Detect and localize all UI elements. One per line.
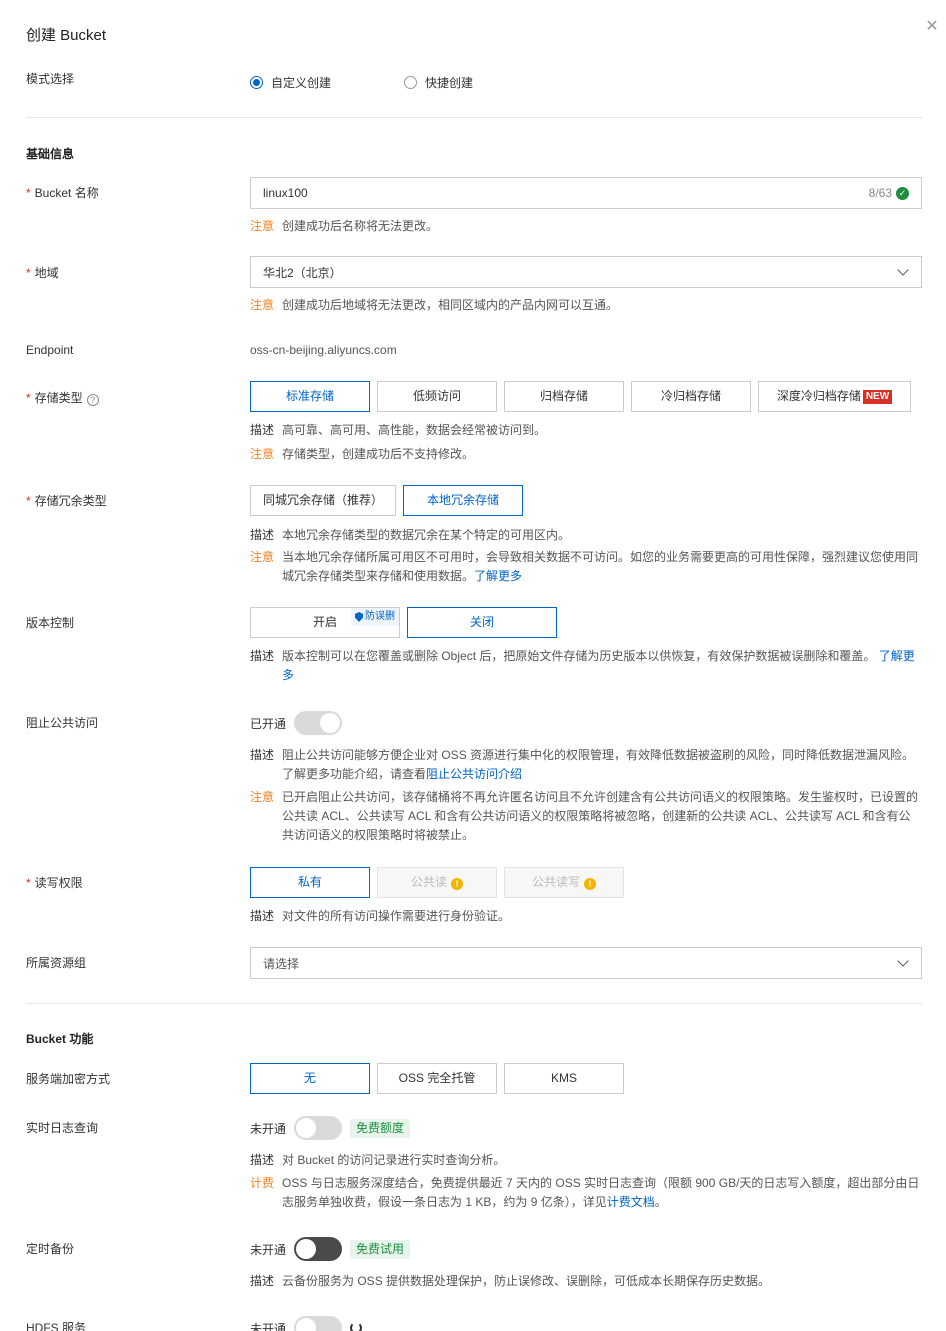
backup-row: 未开通 免费试用: [250, 1237, 411, 1261]
block-public-note: 注意 已开启阻止公共访问，该存储桶将不再允许匿名访问且不允许创建含有公共访问语义的…: [250, 790, 919, 842]
billing-doc-link[interactable]: 计费文档: [607, 1195, 655, 1209]
bucket-name-note: 注意 创建成功后名称将无法更改。: [250, 219, 439, 233]
section-features-title: Bucket 功能: [26, 1032, 94, 1046]
learn-more-link[interactable]: 了解更多: [474, 569, 522, 583]
encryption-oss-button[interactable]: OSS 完全托管: [377, 1063, 497, 1094]
block-public-intro-link[interactable]: 阻止公共访问介绍: [426, 767, 522, 781]
encryption-none-button[interactable]: 无: [250, 1063, 370, 1094]
block-public-status: 已开通: [250, 716, 287, 731]
versioning-off-button[interactable]: 关闭: [407, 607, 557, 638]
region-value: 华北2（北京）: [263, 265, 342, 280]
radio-custom-label: 自定义创建: [271, 76, 332, 90]
hdfs-row: 未开通: [250, 1316, 363, 1331]
redundancy-desc: 描述 本地冗余存储类型的数据冗余在某个特定的可用区内。: [250, 528, 571, 542]
acl-label: * 读写权限: [26, 876, 83, 890]
free-trial-badge: 免费试用: [350, 1239, 411, 1259]
redundancy-note: 注意 当本地冗余存储所属可用区不可用时，会导致相关数据不可访问。如您的业务需要更高…: [250, 550, 919, 583]
bucket-name-input[interactable]: linux100 8/63 ✓: [250, 177, 922, 209]
log-query-fee: 计费 OSS 与日志服务深度结合，免费提供最近 7 天内的 OSS 实时日志查询（…: [250, 1176, 920, 1209]
radio-quick-label: 快捷创建: [425, 76, 474, 90]
redundancy-zrs-button[interactable]: 同城冗余存储（推荐）: [250, 485, 396, 516]
resource-group-select[interactable]: 请选择: [250, 947, 922, 979]
endpoint-label: Endpoint: [26, 343, 74, 357]
storage-cold-archive-button[interactable]: 冷归档存储: [631, 381, 751, 412]
redundancy-label: * 存储冗余类型: [26, 494, 107, 508]
acl-desc: 描述 对文件的所有访问操作需要进行身份验证。: [250, 909, 511, 923]
divider: [26, 117, 922, 118]
warning-icon: !: [584, 878, 596, 890]
encryption-label: 服务端加密方式: [26, 1072, 111, 1086]
storage-archive-button[interactable]: 归档存储: [504, 381, 624, 412]
acl-public-rw-button: 公共读写!: [504, 867, 624, 898]
bucket-name-label: * Bucket 名称: [26, 186, 99, 200]
versioning-on-button[interactable]: 开启 防误删: [250, 607, 400, 638]
check-icon: ✓: [896, 186, 909, 200]
hdfs-label: HDFS 服务: [26, 1321, 87, 1331]
char-count: 8/63 ✓: [869, 186, 909, 200]
region-label: * 地域: [26, 266, 59, 280]
backup-desc: 描述 云备份服务为 OSS 提供数据处理保护，防止误修改、误删除，可低成本长期保存…: [250, 1274, 771, 1288]
block-public-row: 已开通: [250, 711, 343, 735]
backup-label: 定时备份: [26, 1242, 75, 1256]
radio-checked-icon: [250, 76, 263, 89]
resource-group-label: 所属资源组: [26, 956, 87, 970]
bucket-name-value: linux100: [263, 186, 308, 200]
redundancy-lrs-button[interactable]: 本地冗余存储: [403, 485, 523, 516]
storage-class-desc: 描述 高可靠、高可用、高性能，数据会经常被访问到。: [250, 423, 547, 437]
shield-icon: [355, 612, 363, 622]
storage-deep-cold-button[interactable]: 深度冷归档存储 NEW: [758, 381, 911, 412]
log-query-label: 实时日志查询: [26, 1121, 99, 1135]
radio-unchecked-icon: [404, 76, 417, 89]
log-query-status: 未开通: [250, 1121, 287, 1136]
radio-custom[interactable]: 自定义创建: [250, 74, 331, 91]
close-icon[interactable]: ✕: [923, 18, 941, 36]
help-icon[interactable]: ?: [86, 394, 99, 406]
chevron-down-icon: [897, 955, 909, 967]
region-note: 注意 创建成功后地域将无法更改，相同区域内的产品内网可以互通。: [250, 298, 619, 312]
acl-public-read-button: 公共读!: [377, 867, 497, 898]
backup-status: 未开通: [250, 1242, 287, 1257]
new-badge: NEW: [862, 389, 893, 404]
block-public-toggle[interactable]: [294, 711, 343, 735]
block-public-desc: 描述 阻止公共访问能够方便企业对 OSS 资源进行集中化的权限管理，有效降低数据被…: [250, 748, 915, 781]
log-query-toggle[interactable]: [294, 1116, 343, 1140]
hdfs-status: 未开通: [250, 1321, 287, 1331]
hdfs-toggle[interactable]: [294, 1316, 343, 1331]
log-query-row: 未开通 免费额度: [250, 1116, 411, 1140]
warning-icon: !: [451, 878, 463, 890]
log-query-desc: 描述对 Bucket 的访问记录进行实时查询分析。: [250, 1153, 506, 1167]
block-public-label: 阻止公共访问: [26, 716, 99, 730]
storage-class-label: * 存储类型?: [26, 389, 99, 406]
refresh-icon[interactable]: [350, 1322, 363, 1331]
storage-standard-button[interactable]: 标准存储: [250, 381, 370, 412]
section-basic-title: 基础信息: [26, 147, 75, 161]
region-select[interactable]: 华北2（北京）: [250, 256, 922, 288]
storage-ia-button[interactable]: 低频访问: [377, 381, 497, 412]
resource-group-placeholder: 请选择: [263, 956, 300, 971]
endpoint-value: oss-cn-beijing.aliyuncs.com: [250, 343, 397, 357]
radio-quick[interactable]: 快捷创建: [404, 74, 473, 91]
create-bucket-panel: 创建 Bucket ✕ 模式选择 自定义创建 快捷创建 基础信息 * Bucket…: [0, 0, 946, 1331]
versioning-desc: 描述 版本控制可以在您覆盖或删除 Object 后，把原始文件存储为历史版本以供恢…: [250, 649, 915, 682]
versioning-label: 版本控制: [26, 616, 75, 630]
free-quota-badge: 免费额度: [350, 1118, 411, 1138]
encryption-kms-button[interactable]: KMS: [504, 1063, 624, 1094]
divider: [26, 1003, 922, 1004]
anti-delete-badge: 防误删: [351, 608, 399, 626]
mode-label: 模式选择: [26, 72, 75, 86]
storage-class-note: 注意 存储类型，创建成功后不支持修改。: [250, 447, 475, 461]
chevron-down-icon: [897, 264, 909, 276]
panel-title: 创建 Bucket: [26, 27, 107, 44]
acl-private-button[interactable]: 私有: [250, 867, 370, 898]
backup-toggle[interactable]: [294, 1237, 343, 1261]
